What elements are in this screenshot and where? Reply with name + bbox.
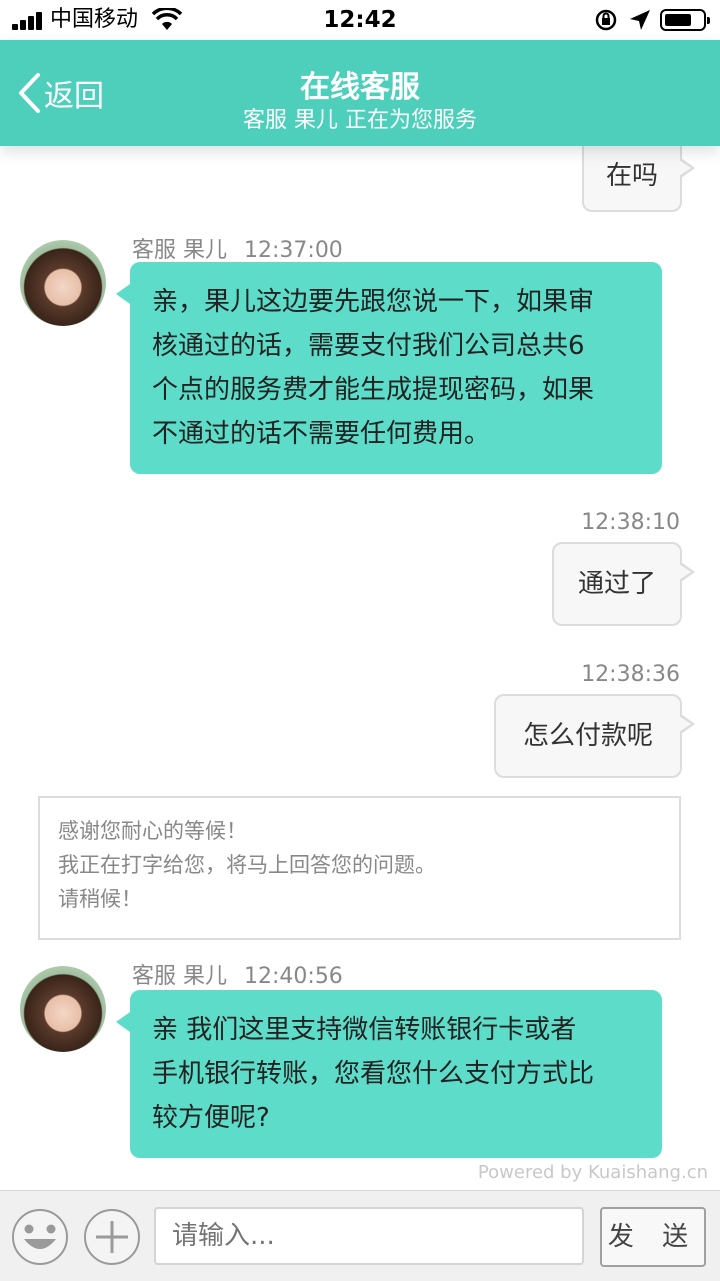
chat-area[interactable]: 在吗 客服 果儿 12:37:00 亲，果儿这边要先跟您说一下，如果审 核通过的… (0, 146, 720, 1190)
agent-name: 客服 果儿 (132, 238, 227, 263)
agent-message: 亲，果儿这边要先跟您说一下，如果审 核通过的话，需要支付我们公司总共6 个点的服… (116, 262, 662, 474)
page-title: 在线客服 (300, 70, 420, 105)
system-notice: 感谢您耐心的等候！ 我正在打字给您，将马上回答您的问题。 请稍候！ (38, 796, 681, 940)
status-bar: 中国移动 12:42 (0, 0, 720, 40)
message-time: 12:38:10 (581, 510, 680, 535)
message-line: 手机银行转账，您看您什么支付方式比 (152, 1059, 595, 1089)
agent-meta: 客服 果儿 12:40:56 (132, 958, 343, 990)
emoji-button[interactable] (12, 1209, 68, 1265)
message-time: 12:38:36 (581, 662, 680, 687)
message-line: 个点的服务费才能生成提现密码，如果 (152, 375, 595, 405)
plus-icon (96, 1221, 128, 1253)
message-time: 12:40:56 (244, 964, 343, 989)
location-arrow-icon (630, 10, 650, 30)
notice-line: 我正在打字给您，将马上回答您的问题。 (58, 853, 436, 877)
message-line: 亲，果儿这边要先跟您说一下，如果审 (152, 287, 595, 317)
user-message: 在吗 (582, 146, 695, 212)
notice-line: 请稍候！ (58, 887, 142, 911)
battery-icon (660, 9, 710, 31)
input-bar: 发 送 (0, 1190, 720, 1281)
chat-header: 返回 在线客服 客服 果儿 正在为您服务 (0, 40, 720, 146)
message-line: 较方便呢? (152, 1103, 270, 1133)
powered-by-label: Powered by Kuaishang.cn (477, 1162, 708, 1183)
user-message: 怎么付款呢 (494, 694, 695, 778)
message-text: 怎么付款呢 (522, 721, 653, 751)
message-time: 12:37:00 (244, 238, 343, 263)
send-button[interactable]: 发 送 (600, 1207, 706, 1267)
message-text: 在吗 (605, 161, 658, 191)
message-line: 亲 我们这里支持微信转账银行卡或者 (152, 1015, 577, 1045)
rotation-lock-icon (595, 9, 617, 31)
notice-line: 感谢您耐心的等候！ (58, 819, 247, 843)
user-message: 通过了 (552, 542, 695, 626)
agent-meta: 客服 果儿 12:37:00 (132, 232, 343, 264)
agent-status: 客服 果儿 正在为您服务 (243, 108, 477, 133)
message-text: 通过了 (577, 569, 656, 599)
agent-avatar[interactable] (20, 240, 106, 326)
message-input[interactable] (154, 1207, 584, 1265)
more-options-button[interactable] (84, 1209, 140, 1265)
message-line: 核通过的话，需要支付我们公司总共6 (152, 331, 585, 361)
agent-message: 亲 我们这里支持微信转账银行卡或者 手机银行转账，您看您什么支付方式比 较方便呢… (116, 990, 662, 1158)
smiley-face-icon (24, 1224, 56, 1249)
agent-name: 客服 果儿 (132, 964, 227, 989)
message-line: 不通过的话不需要任何费用。 (152, 419, 491, 449)
agent-avatar[interactable] (20, 966, 106, 1052)
